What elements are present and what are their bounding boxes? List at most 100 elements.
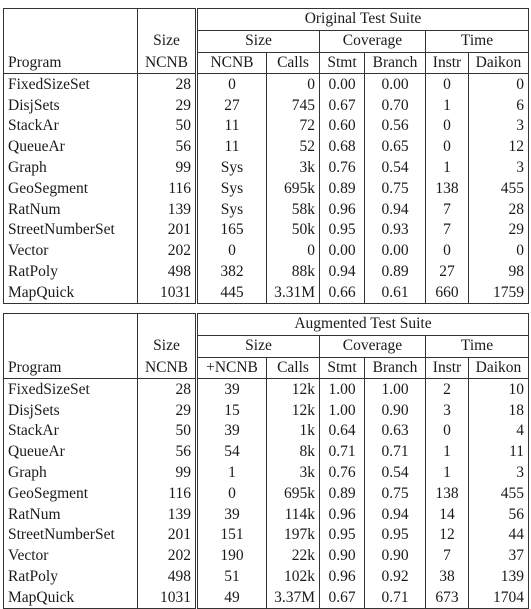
stmt-cell: 0.89	[319, 178, 365, 200]
blank-header-cell	[3, 30, 138, 53]
ncnb-cell: 0	[196, 73, 267, 96]
size-cell: 50	[137, 115, 198, 137]
stmt-cell: 0.89	[319, 483, 365, 505]
table-row: StreetNumberSet 201 151 197k 0.95 0.95 12 44	[3, 524, 529, 546]
branch-header: Branch	[364, 357, 426, 380]
daikon-cell: 44	[468, 524, 529, 546]
group-coverage-header: Coverage	[319, 30, 426, 53]
blank-header-cell	[3, 335, 138, 358]
size-cell: 1031	[137, 282, 198, 305]
program-cell: QueueAr	[3, 441, 138, 463]
instr-header: Instr	[425, 52, 469, 75]
size-cell: 50	[137, 420, 198, 442]
calls-cell: 12k	[266, 378, 320, 401]
instr-cell: 14	[425, 504, 469, 525]
stmt-cell: 0.76	[319, 462, 365, 484]
daikon-cell: 1759	[468, 282, 529, 305]
calls-cell: 0	[266, 240, 320, 262]
group-coverage-header: Coverage	[319, 335, 426, 358]
program-cell: StreetNumberSet	[3, 524, 138, 546]
branch-cell: 0.61	[364, 282, 426, 305]
program-cell: Graph	[3, 462, 138, 484]
size-cell: 1031	[137, 587, 198, 609]
daikon-cell: 4	[468, 420, 529, 442]
daikon-cell: 98	[468, 261, 529, 283]
program-cell: Vector	[3, 240, 138, 262]
table-row: RatNum 139 Sys 58k 0.96 0.94 7 28	[3, 199, 529, 220]
table-row: Graph 99 1 3k 0.76 0.54 1 3	[3, 462, 529, 484]
group-size-header: Size	[196, 30, 320, 53]
branch-cell: 0.75	[364, 178, 426, 200]
branch-cell: 0.00	[364, 73, 426, 96]
calls-cell: 50k	[266, 219, 320, 241]
suite-title: Original Test Suite	[196, 8, 529, 31]
daikon-cell: 0	[468, 73, 529, 96]
instr-cell: 0	[425, 136, 469, 158]
table-row: FixedSizeSet 28 0 0 0.00 0.00 0 0	[3, 73, 529, 96]
ncnb-cell: 0	[196, 240, 267, 262]
program-cell: FixedSizeSet	[3, 73, 138, 96]
table-row: QueueAr 56 54 8k 0.71 0.71 1 11	[3, 441, 529, 463]
table-row: StackAr 50 39 1k 0.64 0.63 0 4	[3, 420, 529, 442]
size-cell: 99	[137, 157, 198, 179]
stmt-cell: 0.96	[319, 504, 365, 525]
daikon-cell: 56	[468, 504, 529, 525]
calls-cell: 3k	[266, 462, 320, 484]
ncnb-cell: 165	[196, 219, 267, 241]
program-cell: GeoSegment	[3, 178, 138, 200]
table-row: QueueAr 56 11 52 0.68 0.65 0 12	[3, 136, 529, 158]
branch-cell: 0.89	[364, 261, 426, 283]
instr-cell: 1	[425, 95, 469, 116]
size-header-top: Size	[137, 30, 198, 53]
stmt-cell: 0.71	[319, 441, 365, 463]
table-row: DisjSets 29 15 12k 1.00 0.90 3 18	[3, 400, 529, 421]
ncnb-cell: 49	[196, 587, 267, 609]
branch-cell: 0.54	[364, 462, 426, 484]
blank-header-cell	[3, 313, 138, 336]
calls-cell: 58k	[266, 199, 320, 220]
program-cell: StackAr	[3, 420, 138, 442]
program-cell: RatPoly	[3, 261, 138, 283]
group-time-header: Time	[425, 30, 529, 53]
ncnb-cell: Sys	[196, 199, 267, 220]
table-row: StreetNumberSet 201 165 50k 0.95 0.93 7 29	[3, 219, 529, 241]
branch-cell: 0.65	[364, 136, 426, 158]
branch-cell: 0.90	[364, 545, 426, 567]
stmt-cell: 1.00	[319, 400, 365, 421]
program-header: Program	[3, 52, 138, 75]
instr-cell: 7	[425, 199, 469, 220]
program-cell: FixedSizeSet	[3, 378, 138, 401]
calls-header: Calls	[266, 357, 320, 380]
stmt-cell: 0.66	[319, 282, 365, 305]
branch-cell: 0.92	[364, 566, 426, 588]
instr-cell: 660	[425, 282, 469, 305]
ncnb-cell: 0	[196, 483, 267, 505]
stmt-cell: 0.96	[319, 566, 365, 588]
stmt-cell: 1.00	[319, 378, 365, 401]
instr-cell: 138	[425, 483, 469, 505]
size-header-top: Size	[137, 335, 198, 358]
augmented-test-suite-table: Augmented Test Suite Size Size Coverage …	[3, 313, 529, 609]
ncnb-cell: 39	[196, 378, 267, 401]
calls-cell: 3.37M	[266, 587, 320, 609]
instr-header: Instr	[425, 357, 469, 380]
ncnb-cell: 151	[196, 524, 267, 546]
instr-cell: 0	[425, 73, 469, 96]
branch-cell: 0.54	[364, 157, 426, 179]
branch-cell: 0.63	[364, 420, 426, 442]
branch-cell: 0.94	[364, 199, 426, 220]
size-cell: 56	[137, 441, 198, 463]
stmt-cell: 0.96	[319, 199, 365, 220]
program-cell: StackAr	[3, 115, 138, 137]
instr-cell: 0	[425, 240, 469, 262]
size-cell: 29	[137, 400, 198, 421]
daikon-cell: 0	[468, 240, 529, 262]
size-cell: 28	[137, 378, 198, 401]
table-row: MapQuick 1031 49 3.37M 0.67 0.71 673 1704	[3, 587, 529, 609]
stmt-cell: 0.94	[319, 261, 365, 283]
daikon-cell: 29	[468, 219, 529, 241]
branch-cell: 0.94	[364, 504, 426, 525]
blank-header-cell	[137, 8, 198, 31]
size-cell: 139	[137, 199, 198, 220]
group-time-header: Time	[425, 335, 529, 358]
